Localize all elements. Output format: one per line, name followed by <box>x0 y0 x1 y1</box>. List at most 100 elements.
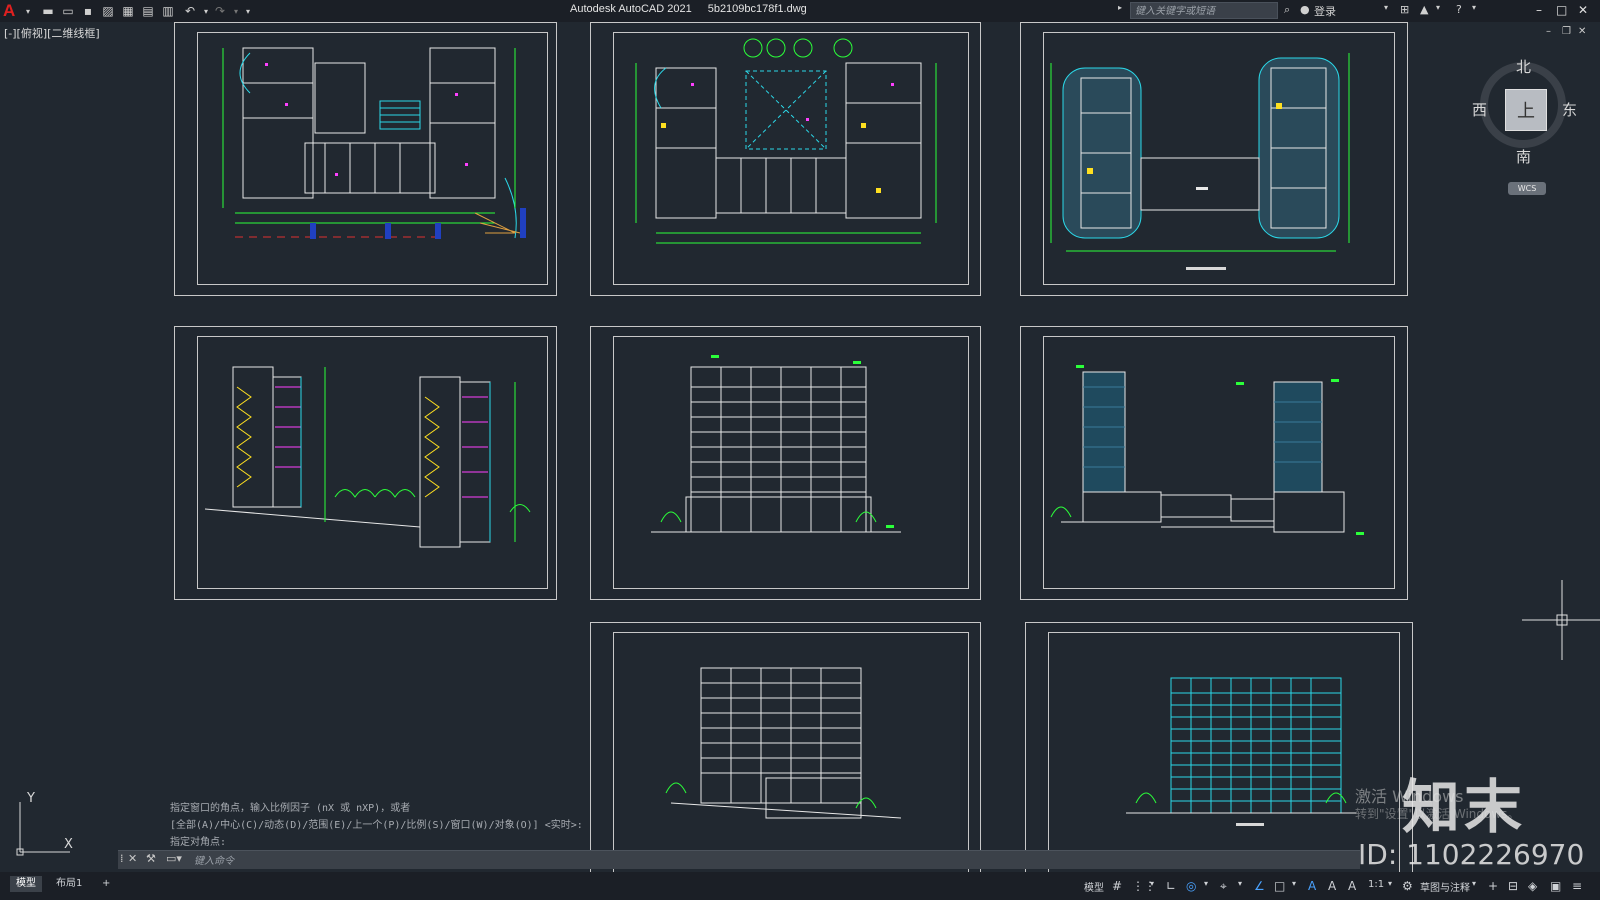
compass-south[interactable]: 南 <box>1516 146 1531 167</box>
save-to-web-icon[interactable]: ▤ <box>140 3 156 19</box>
customize-toolbar-icon[interactable]: ▾ <box>240 3 256 19</box>
file-name: 5b2109bc178f1.dwg <box>707 3 807 15</box>
watermark-logo: 知末 <box>1402 773 1527 841</box>
drawing-minimize-icon[interactable]: – <box>1546 26 1551 37</box>
workspace-gear-icon[interactable]: ⚙ <box>1402 879 1413 893</box>
drawing-sheet-section[interactable] <box>174 326 557 600</box>
drawing-close-icon[interactable]: ✕ <box>1578 26 1586 37</box>
cart-icon[interactable]: ⊞ <box>1400 3 1409 16</box>
search-expand-icon[interactable]: ▸ <box>1118 3 1122 12</box>
help-icon[interactable]: ? <box>1456 3 1462 16</box>
ortho-icon[interactable]: ∟ <box>1166 879 1176 893</box>
model-space-toggle[interactable]: 模型 <box>1084 879 1104 894</box>
search-input[interactable]: 键入关键字或短语 <box>1130 2 1278 19</box>
minimize-icon[interactable]: – <box>1536 3 1542 17</box>
command-input[interactable]: 键入命令 <box>194 852 234 867</box>
floor-plan-drawing <box>222 47 526 239</box>
viewcube-top-face[interactable]: 上 <box>1505 89 1547 131</box>
workspace-dropdown-icon[interactable]: ▾ <box>1472 879 1476 888</box>
elevation-white2-drawing <box>665 667 902 819</box>
open-file-icon[interactable]: ▭ <box>60 3 76 19</box>
wcs-menu[interactable]: WCS <box>1508 182 1546 195</box>
tab-model[interactable]: 模型 <box>10 876 42 892</box>
clean-screen-icon[interactable]: ▣ <box>1550 879 1561 893</box>
command-history-line: [全部(A)/中心(C)/动态(D)/范围(E)/上一个(P)/比例(S)/窗口… <box>170 820 583 831</box>
elevation-dark-drawing <box>1050 365 1364 535</box>
drawing-sheet-floor-plan[interactable] <box>174 22 557 296</box>
app-menu-chevron-icon[interactable]: ▾ <box>20 3 36 19</box>
save-icon[interactable]: ▪ <box>80 3 96 19</box>
app-name: Autodesk AutoCAD 2021 <box>570 3 692 15</box>
undo-icon[interactable]: ↶ <box>182 3 198 19</box>
command-history: 指定窗口的角点，输入比例因子 (nX 或 nXP)，或者 [全部(A)/中心(C… <box>170 800 583 851</box>
title-bar: A ▾ ▬ ▭ ▪ ▨ ▦ ▤ ▥ ↶ ▾ ↷ ▾ ▾ Autodesk Aut… <box>0 0 1600 22</box>
units-icon[interactable]: ⊟ <box>1508 879 1518 893</box>
status-bar: 模型 布局1 + 模型 # ⋮⋮ ▾ ∟ ◎ ▾ ⌖ ▾ ∠ □ ▾ A A A… <box>0 872 1600 900</box>
command-line: ⁞ ✕ ⚒ ▭▾ 键入命令 <box>118 850 1360 869</box>
annotation-monitor-icon[interactable]: + <box>1488 879 1498 893</box>
ucs-y-label: Y <box>26 791 35 806</box>
search-icon[interactable]: ⌕ <box>1284 3 1290 17</box>
drawing-sheet-elevation-north[interactable] <box>590 622 981 874</box>
annotation-visibility-icon[interactable]: A <box>1308 879 1316 893</box>
window-title: Autodesk AutoCAD 2021 5b2109bc178f1.dwg <box>570 3 823 15</box>
tab-layout1[interactable]: 布局1 <box>50 876 88 892</box>
command-history-line: 指定对角点: <box>170 837 227 848</box>
compass-west[interactable]: 西 <box>1472 99 1487 120</box>
scale-dropdown-icon[interactable]: ▾ <box>1388 879 1392 888</box>
viewcube[interactable]: 上 北 南 东 西 <box>1472 56 1577 167</box>
isodraft-dropdown-icon[interactable]: ▾ <box>1238 879 1242 888</box>
save-as-icon[interactable]: ▨ <box>100 3 116 19</box>
plot-icon[interactable]: ▥ <box>160 3 176 19</box>
autocad-logo-icon[interactable]: A <box>3 1 15 21</box>
elevation-cyan-drawing <box>1126 677 1356 826</box>
compass-north[interactable]: 北 <box>1516 56 1531 77</box>
exchange-dropdown-icon[interactable]: ▾ <box>1436 3 1440 12</box>
drawing-sheet-elevation-east[interactable] <box>1020 326 1408 600</box>
maximize-icon[interactable]: □ <box>1556 3 1567 17</box>
section-drawing <box>204 366 531 548</box>
login-link[interactable]: 登录 <box>1314 3 1336 19</box>
elevation-white-drawing <box>651 355 901 533</box>
annotation-scale-value[interactable]: 1:1 <box>1368 879 1384 890</box>
drawing-sheet-site-plan[interactable] <box>590 22 981 296</box>
object-snap-dropdown-icon[interactable]: ▾ <box>1292 879 1296 888</box>
ucs-icon: Y X <box>16 791 73 856</box>
command-close-icon[interactable]: ✕ <box>128 852 137 865</box>
isodraft-icon[interactable]: ⌖ <box>1220 879 1227 894</box>
roof-plan-drawing <box>1050 53 1350 270</box>
ucs-x-label: X <box>64 837 73 852</box>
command-history-line: 指定窗口的角点，输入比例因子 (nX 或 nXP)，或者 <box>170 803 411 814</box>
exchange-icon[interactable]: ▲ <box>1420 3 1428 16</box>
login-dropdown-icon[interactable]: ▾ <box>1384 3 1388 12</box>
object-snap-tracking-icon[interactable]: ∠ <box>1254 879 1265 893</box>
polar-tracking-icon[interactable]: ◎ <box>1186 879 1196 893</box>
command-recent-icon[interactable]: ▭▾ <box>166 852 182 865</box>
snap-dropdown-icon[interactable]: ▾ <box>1150 879 1154 888</box>
customization-icon[interactable]: ≡ <box>1572 879 1582 893</box>
command-grip-icon[interactable]: ⁞ <box>120 852 124 865</box>
drawing-restore-icon[interactable]: ❐ <box>1562 26 1571 37</box>
drawing-sheet-roof-plan[interactable] <box>1020 22 1408 296</box>
viewport-controls[interactable]: [-][俯视][二维线框] <box>4 25 100 41</box>
user-icon[interactable]: ● <box>1300 3 1310 16</box>
polar-dropdown-icon[interactable]: ▾ <box>1204 879 1208 888</box>
new-file-icon[interactable]: ▬ <box>40 3 56 19</box>
close-icon[interactable]: ✕ <box>1578 3 1588 17</box>
compass-east[interactable]: 东 <box>1562 99 1577 120</box>
auto-scale-icon[interactable]: A <box>1328 879 1336 893</box>
isolate-objects-icon[interactable]: ◈ <box>1528 879 1537 893</box>
workspace-switch[interactable]: 草图与注释 <box>1420 879 1470 894</box>
annotation-scale-icon[interactable]: A <box>1348 879 1356 893</box>
grid-icon[interactable]: # <box>1112 879 1122 893</box>
watermark-id: ID: 1102226970 <box>1358 838 1585 871</box>
redo-icon[interactable]: ↷ <box>212 3 228 19</box>
open-from-web-icon[interactable]: ▦ <box>120 3 136 19</box>
command-customize-icon[interactable]: ⚒ <box>146 852 156 865</box>
help-dropdown-icon[interactable]: ▾ <box>1472 3 1476 12</box>
add-layout-icon[interactable]: + <box>96 876 116 892</box>
object-snap-icon[interactable]: □ <box>1274 879 1285 893</box>
drawing-sheet-elevation-west[interactable] <box>1025 622 1413 874</box>
site-plan-drawing <box>635 38 937 244</box>
drawing-sheet-elevation-south[interactable] <box>590 326 981 600</box>
